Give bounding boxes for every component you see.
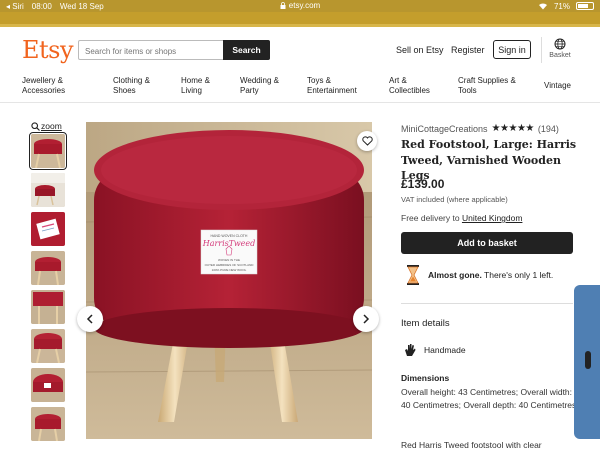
- search-button[interactable]: Search: [223, 40, 270, 60]
- product-description: Red Harris Tweed footstool with clear: [401, 440, 542, 450]
- main-product-image[interactable]: HAND WOVEN CLOTH HarrisTweed WOVEN IN TH…: [86, 122, 372, 439]
- label-line-4: OUTER HEBRIDES OF SCOTLAND: [205, 263, 255, 267]
- label-line-1: HAND WOVEN CLOTH: [211, 234, 248, 238]
- thumbnail-4[interactable]: [31, 251, 65, 285]
- product-price: £139.00: [401, 177, 445, 191]
- previous-image-button[interactable]: [77, 306, 103, 332]
- etsy-logo[interactable]: Etsy: [22, 36, 74, 64]
- label-line-3: WOVEN IN THE: [218, 258, 240, 262]
- globe-icon: [554, 38, 566, 50]
- basket-label: Basket: [549, 52, 571, 59]
- handmade-badge: Handmade: [404, 343, 466, 357]
- handmade-label: Handmade: [424, 345, 466, 355]
- basket-button[interactable]: Basket: [547, 38, 573, 59]
- category-art[interactable]: Art & Collectibles: [389, 76, 430, 96]
- drag-handle-icon[interactable]: [585, 351, 591, 369]
- category-toys[interactable]: Toys & Entertainment: [307, 76, 357, 96]
- heart-icon: [361, 136, 373, 146]
- status-bar: ◂ Siri 08:00 Wed 18 Sep etsy.com 71%: [0, 0, 600, 12]
- thumbnail-6[interactable]: [31, 329, 65, 363]
- thumbnail-2[interactable]: [31, 173, 65, 207]
- stock-notice: Almost gone. There's only 1 left.: [406, 265, 553, 285]
- zoom-button[interactable]: zoom: [31, 121, 62, 131]
- category-wedding[interactable]: Wedding & Party: [240, 76, 279, 96]
- next-image-button[interactable]: [353, 306, 379, 332]
- delivery-country-link[interactable]: United Kingdom: [462, 213, 522, 223]
- vat-note: VAT included (where applicable): [401, 195, 508, 204]
- almost-gone-label: Almost gone.: [428, 270, 482, 280]
- section-divider: [401, 303, 573, 304]
- browser-toolbar: [0, 12, 600, 24]
- shop-rating-row: MiniCottageCreations ★★★★★ (194): [401, 123, 559, 134]
- item-details-heading[interactable]: Item details: [401, 318, 450, 329]
- magnifier-icon: [31, 121, 40, 131]
- dimensions-text: Overall height: 43 Centimetres; Overall …: [401, 387, 577, 410]
- hand-icon: [405, 344, 416, 356]
- register-link[interactable]: Register: [451, 45, 485, 55]
- category-clothing[interactable]: Clothing & Shoes: [113, 76, 150, 96]
- footstool-photo: HAND WOVEN CLOTH HarrisTweed WOVEN IN TH…: [86, 122, 372, 439]
- hourglass-icon: [407, 265, 419, 285]
- side-panel-tab[interactable]: [574, 285, 600, 439]
- thumbnail-7[interactable]: [31, 368, 65, 402]
- delivery-info: Free delivery to United Kingdom: [401, 213, 522, 223]
- header-divider: [541, 37, 542, 63]
- review-count[interactable]: (194): [538, 124, 559, 134]
- add-to-basket-button[interactable]: Add to basket: [401, 232, 573, 254]
- rating-stars-icon[interactable]: ★★★★★: [492, 123, 535, 134]
- thumbnail-5[interactable]: [31, 290, 65, 324]
- chevron-left-icon: [86, 314, 93, 324]
- search-bar: Search: [78, 40, 270, 61]
- search-input[interactable]: [79, 42, 224, 61]
- thumbnail-1[interactable]: [29, 132, 67, 170]
- shop-name-link[interactable]: MiniCottageCreations: [401, 124, 488, 134]
- label-line-5: 100% PURE NEW WOOL: [212, 268, 247, 272]
- battery-icon: [576, 2, 594, 10]
- nav-divider: [0, 102, 600, 103]
- url-text[interactable]: etsy.com: [289, 1, 320, 10]
- browser-toolbar-divider: [0, 24, 600, 27]
- category-craft[interactable]: Craft Supplies & Tools: [458, 76, 516, 96]
- thumbnail-3[interactable]: [31, 212, 65, 246]
- delivery-prefix: Free delivery to: [401, 213, 462, 223]
- category-vintage[interactable]: Vintage: [544, 81, 571, 91]
- stock-detail: There's only 1 left.: [481, 270, 554, 280]
- chevron-right-icon: [363, 314, 370, 324]
- lock-icon: [280, 2, 286, 9]
- sell-on-etsy-link[interactable]: Sell on Etsy: [396, 45, 444, 55]
- category-jewellery[interactable]: Jewellery & Accessories: [22, 76, 65, 96]
- thumbnail-8[interactable]: [31, 407, 65, 441]
- favourite-button[interactable]: [357, 131, 377, 151]
- category-home[interactable]: Home & Living: [181, 76, 210, 96]
- dimensions-heading: Dimensions: [401, 373, 450, 383]
- sign-in-button[interactable]: Sign in: [493, 40, 531, 59]
